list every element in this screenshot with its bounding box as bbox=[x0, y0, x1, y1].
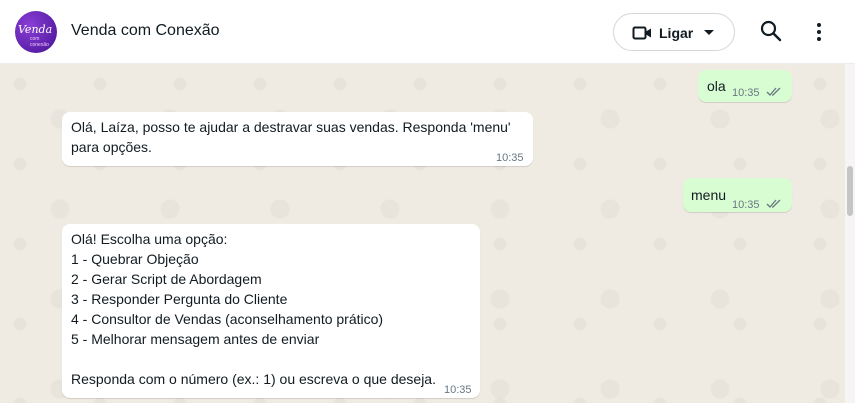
message-line bbox=[71, 349, 436, 369]
message-bubble-incoming[interactable]: Olá, Laíza, posso te ajudar a destravar … bbox=[62, 112, 533, 166]
message-bubble-outgoing[interactable]: menu 10:35 bbox=[683, 178, 792, 212]
avatar[interactable]: Venda com conexão bbox=[15, 11, 57, 53]
message-line: para opções. bbox=[71, 139, 152, 155]
message-text: Olá, Laíza, posso te ajudar a destravar … bbox=[71, 117, 511, 157]
read-ticks-icon bbox=[766, 199, 781, 208]
call-button[interactable]: Ligar bbox=[613, 13, 735, 51]
avatar-logo-subtext: com conexão bbox=[30, 36, 49, 48]
scrollbar-thumb[interactable] bbox=[847, 166, 853, 216]
message-time: 10:35 bbox=[732, 199, 760, 211]
video-icon bbox=[632, 26, 651, 40]
call-label: Ligar bbox=[659, 25, 694, 41]
message-line: 4 - Consultor de Vendas (aconselhamento … bbox=[71, 311, 384, 327]
message-list[interactable]: ola 10:35 Olá, Laíza, posso te ajudar a … bbox=[0, 64, 845, 403]
message-time: 10:35 bbox=[496, 152, 524, 164]
message-time: 10:35 bbox=[732, 87, 760, 99]
chat-header: Venda com conexão Venda com Conexão Liga… bbox=[0, 0, 855, 64]
message-bubble-outgoing[interactable]: ola 10:35 bbox=[698, 70, 792, 102]
message-time: 10:35 bbox=[444, 384, 472, 396]
message-text: Olá! Escolha uma opção: 1 - Quebrar Obje… bbox=[71, 229, 436, 389]
message-line: 1 - Quebrar Objeção bbox=[71, 251, 199, 267]
search-icon[interactable] bbox=[760, 20, 782, 42]
more-vertical-icon[interactable] bbox=[815, 22, 823, 42]
read-ticks-icon bbox=[766, 87, 781, 96]
message-line: 5 - Melhorar mensagem antes de enviar bbox=[71, 331, 320, 347]
avatar-logo-text: Venda bbox=[18, 23, 53, 36]
message-line: Olá, Laíza, posso te ajudar a destravar … bbox=[71, 119, 511, 135]
message-text: menu bbox=[691, 187, 727, 203]
message-line: Olá! Escolha uma opção: bbox=[71, 231, 228, 247]
scrollbar-track[interactable] bbox=[845, 64, 855, 403]
message-text: ola bbox=[707, 78, 726, 94]
message-line: 2 - Gerar Script de Abordagem bbox=[71, 271, 262, 287]
message-bubble-incoming[interactable]: Olá! Escolha uma opção: 1 - Quebrar Obje… bbox=[62, 224, 480, 398]
message-line: Responda com o número (ex.: 1) ou escrev… bbox=[71, 371, 436, 387]
message-line: 3 - Responder Pergunta do Cliente bbox=[71, 291, 288, 307]
contact-name[interactable]: Venda com Conexão bbox=[71, 22, 220, 40]
chevron-down-icon bbox=[704, 30, 714, 35]
